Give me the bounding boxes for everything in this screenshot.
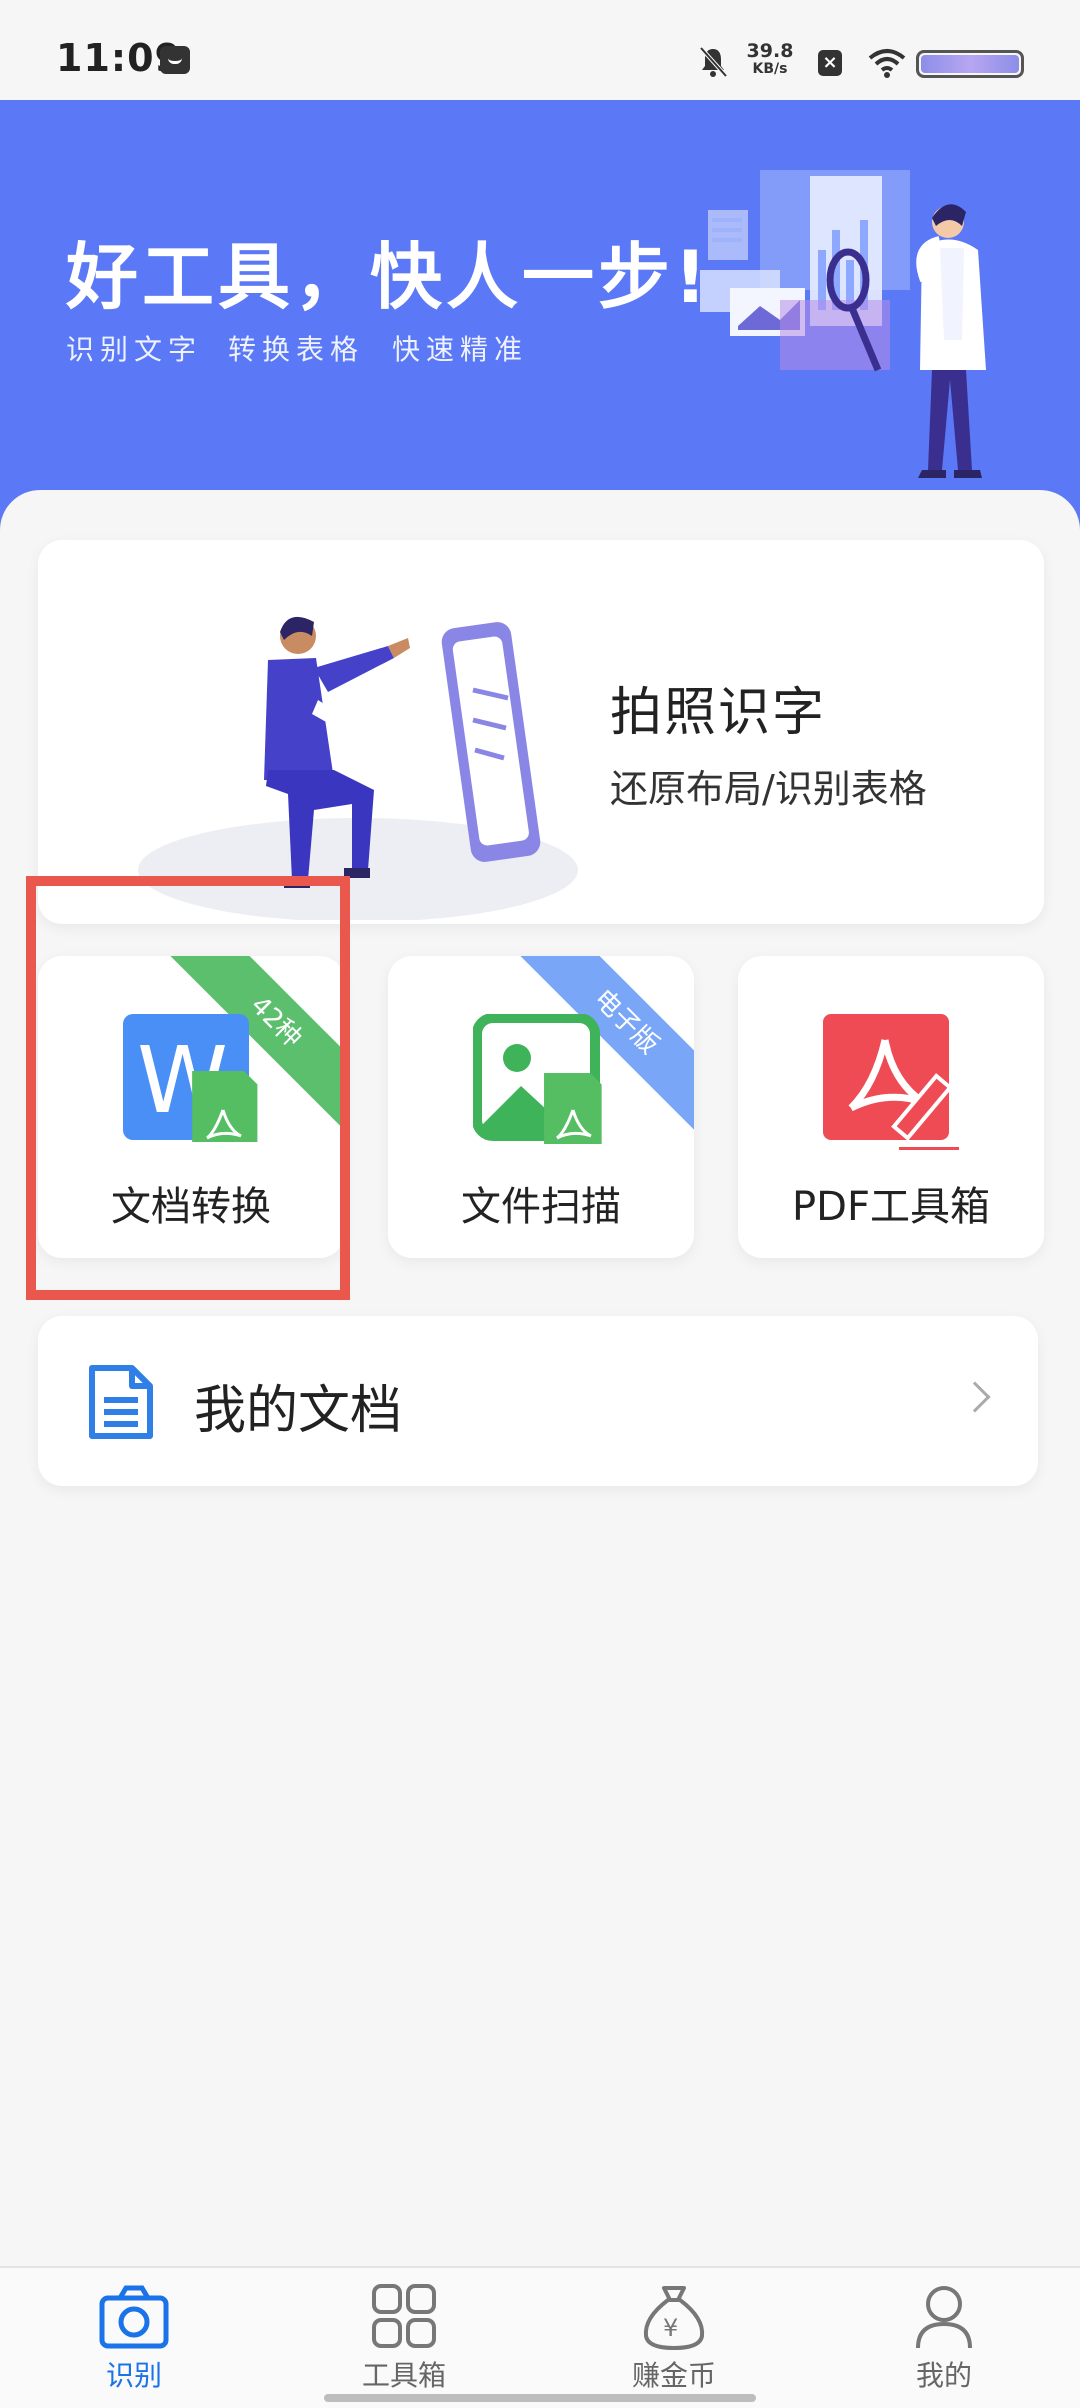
photo-ocr-card[interactable]: 拍照识字 还原布局/识别表格 bbox=[38, 540, 1044, 924]
status-bar: 11:09 39.8 KB/s × bbox=[0, 0, 1080, 100]
nav-label: 我的 bbox=[915, 2359, 972, 2392]
promo-banner[interactable]: 好工具，快人一步! 识别文字 转换表格 快速精准 bbox=[0, 100, 1080, 540]
banner-title: 好工具，快人一步! bbox=[66, 235, 711, 319]
bottom-nav: 识别 工具箱 ¥ 赚金币 我的 bbox=[0, 2266, 1080, 2408]
banner-feature: 快速精准 bbox=[392, 333, 529, 366]
my-documents-label: 我的文档 bbox=[194, 1381, 403, 1441]
battery-fill bbox=[921, 55, 1019, 73]
status-icons: 39.8 KB/s × bbox=[624, 42, 1024, 82]
message-icon bbox=[160, 46, 190, 74]
nav-label: 赚金币 bbox=[631, 2359, 716, 2392]
highlight-box bbox=[26, 876, 350, 1300]
home-indicator[interactable] bbox=[324, 2394, 756, 2402]
file-scan-card[interactable]: 电子版 文件扫描 bbox=[388, 956, 694, 1258]
pdf-edit-icon bbox=[823, 1014, 959, 1150]
nav-item-toolbox[interactable]: 工具箱 bbox=[304, 2284, 504, 2404]
net-speed-value: 39.8 bbox=[746, 40, 794, 62]
banner-illustration bbox=[700, 170, 986, 478]
image-to-pdf-icon bbox=[473, 1014, 602, 1144]
pdf-toolbox-label: PDF工具箱 bbox=[792, 1184, 990, 1230]
nav-item-earn-coins[interactable]: ¥ 赚金币 bbox=[574, 2284, 774, 2404]
chevron-right-icon bbox=[959, 1381, 991, 1413]
mute-icon bbox=[699, 46, 728, 78]
net-speed: 39.8 KB/s bbox=[742, 40, 798, 78]
grid-icon bbox=[372, 2284, 436, 2348]
camera-icon bbox=[99, 2285, 169, 2349]
file-scan-label: 文件扫描 bbox=[461, 1184, 621, 1230]
photo-ocr-subtitle: 还原布局/识别表格 bbox=[610, 767, 927, 811]
money-bag-icon: ¥ bbox=[643, 2286, 705, 2350]
photo-ocr-illustration bbox=[138, 616, 578, 920]
nav-label: 工具箱 bbox=[361, 2359, 446, 2392]
svg-text:¥: ¥ bbox=[663, 2314, 678, 2342]
battery-icon bbox=[916, 50, 1024, 78]
banner-feature: 转换表格 bbox=[228, 333, 365, 366]
banner-feature: 识别文字 bbox=[66, 333, 203, 366]
sim-x-icon: × bbox=[818, 50, 842, 76]
my-documents-row[interactable]: 我的文档 bbox=[38, 1316, 1038, 1486]
person-icon bbox=[916, 2286, 972, 2349]
pdf-toolbox-card[interactable]: PDF工具箱 bbox=[738, 956, 1044, 1258]
net-speed-unit: KB/s bbox=[752, 61, 788, 77]
photo-ocr-title: 拍照识字 bbox=[610, 683, 827, 743]
wifi-icon bbox=[868, 49, 906, 78]
nav-label: 识别 bbox=[105, 2359, 162, 2392]
nav-item-me[interactable]: 我的 bbox=[844, 2284, 1044, 2404]
nav-item-recognize[interactable]: 识别 bbox=[34, 2284, 234, 2404]
document-icon bbox=[89, 1365, 153, 1439]
